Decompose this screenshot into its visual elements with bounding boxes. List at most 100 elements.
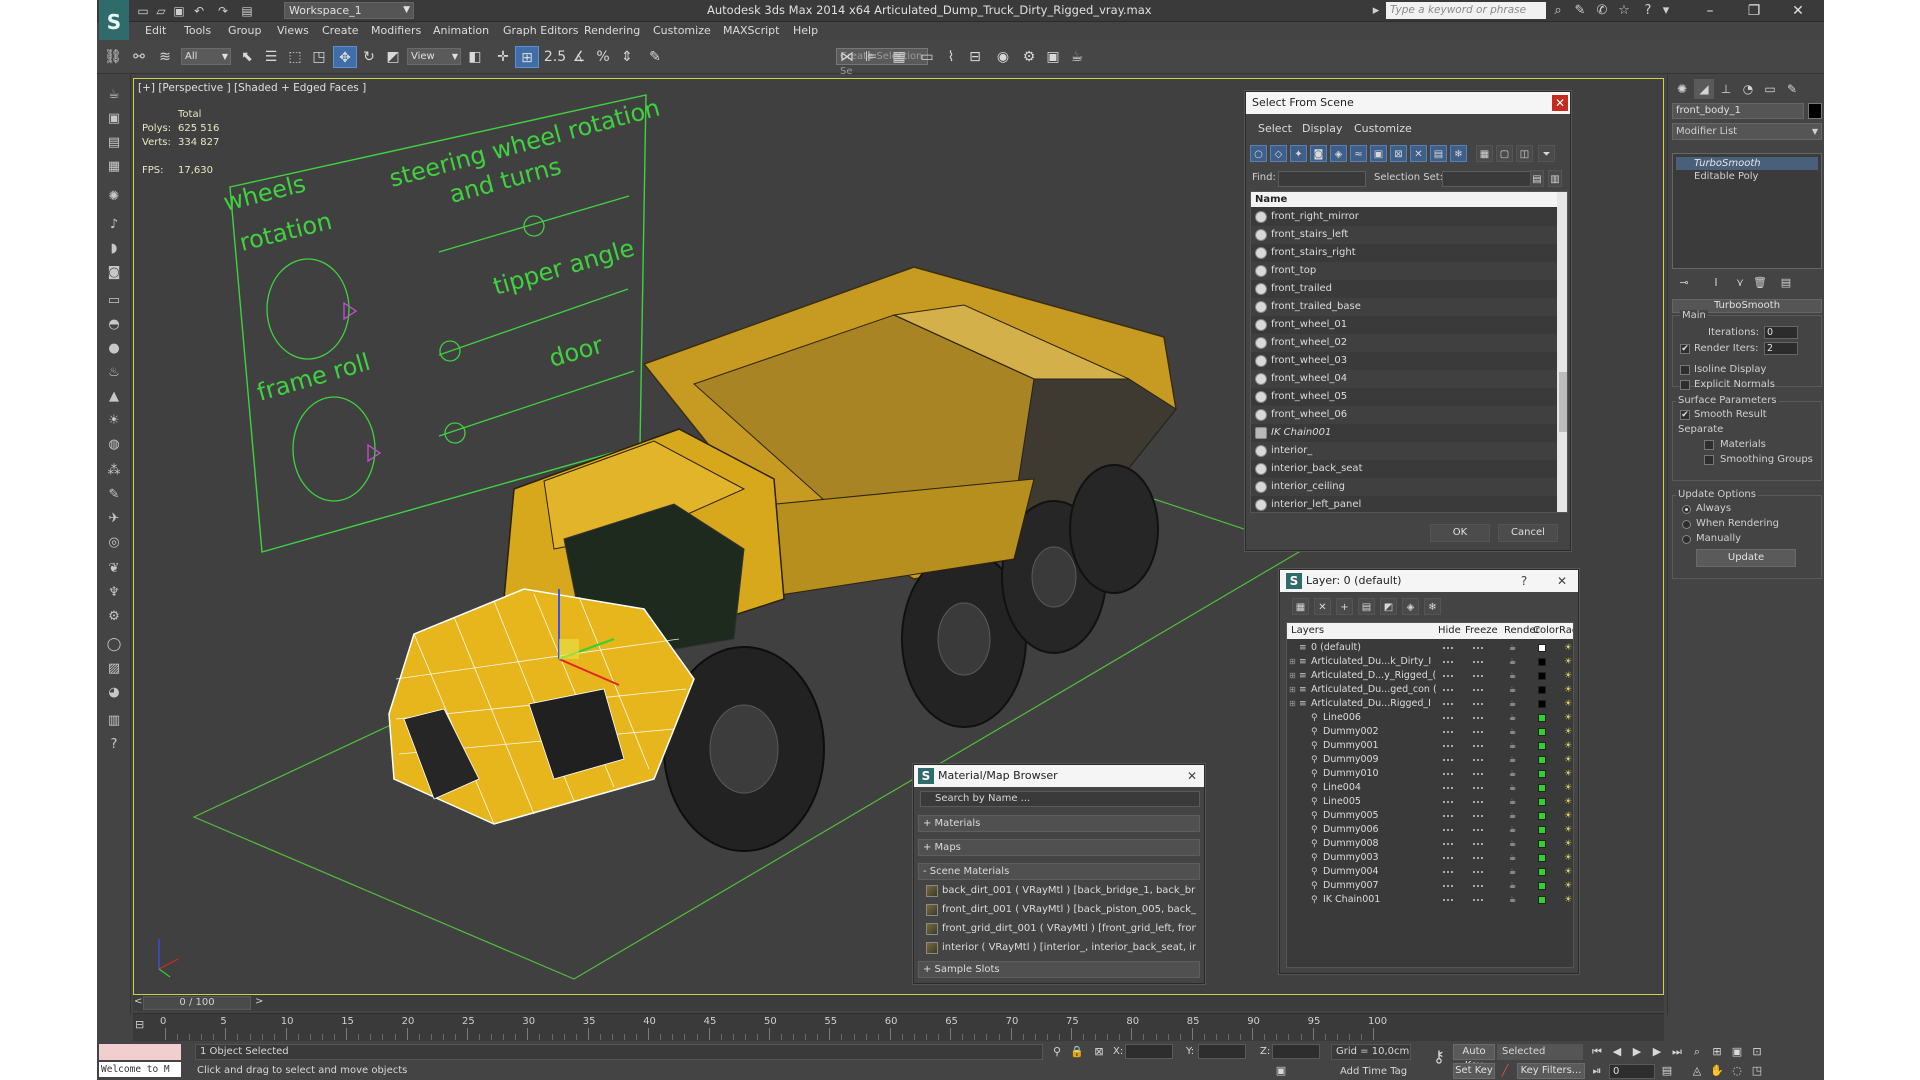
find-input[interactable] [1278, 171, 1366, 187]
layer-color-swatch[interactable] [1538, 742, 1546, 750]
hide-unhide-all-icon[interactable]: ◈ [1402, 598, 1419, 615]
scene-object-row[interactable]: IK Chain001 [1251, 424, 1557, 442]
selection-set-add-icon[interactable]: ▤ [1530, 170, 1544, 187]
favorites-star-icon[interactable]: ☆ [1615, 2, 1633, 20]
scene-object-row[interactable]: front_wheel_03 [1251, 352, 1557, 370]
list-scroll-thumb[interactable] [1559, 372, 1567, 432]
scene-object-row[interactable]: front_stairs_left [1251, 226, 1557, 244]
hide-toggle[interactable] [1443, 843, 1453, 845]
hide-toggle[interactable] [1443, 647, 1453, 649]
layer-color-swatch[interactable] [1538, 672, 1546, 680]
radiosity-toggle-icon[interactable]: ☀ [1563, 643, 1573, 653]
isoline-display-checkbox[interactable] [1680, 365, 1690, 375]
absolute-mode-icon[interactable]: ⊠ [1091, 1044, 1107, 1060]
cancel-button[interactable]: Cancel [1498, 524, 1558, 542]
layer-row[interactable]: ⚲ Dummy010 ☕ ☀ [1287, 767, 1573, 781]
selection-set-dropdown[interactable] [1442, 171, 1542, 187]
col-layers[interactable]: Layers [1291, 623, 1324, 639]
radiosity-toggle-icon[interactable]: ☀ [1563, 811, 1573, 821]
modify-tab-icon[interactable]: ◢ [1694, 79, 1714, 99]
freeze-toggle[interactable] [1473, 745, 1483, 747]
scene-object-row[interactable]: front_trailed_base [1251, 298, 1557, 316]
render-iters-checkbox[interactable]: ✔ [1680, 344, 1690, 354]
layer-color-swatch[interactable] [1538, 854, 1546, 862]
select-object-icon[interactable]: ⬉ [235, 46, 259, 68]
create-layer-icon[interactable]: ▦ [1292, 598, 1309, 615]
reference-coordinate-dropdown[interactable]: View ▼ [407, 48, 461, 65]
hide-toggle[interactable] [1443, 787, 1453, 789]
percent-snap-icon[interactable]: % [591, 46, 615, 68]
key-mode-toggle-icon[interactable]: ╱ [1497, 1063, 1513, 1079]
render-toggle-icon[interactable]: ☕ [1509, 784, 1518, 792]
y-coord-input[interactable] [1198, 1044, 1246, 1059]
set-key-button[interactable]: Set Key [1453, 1063, 1495, 1079]
layer-color-swatch[interactable] [1538, 882, 1546, 890]
selection-filter-dropdown[interactable]: All ▼ [181, 48, 231, 65]
freeze-toggle[interactable] [1473, 759, 1483, 761]
restore-button[interactable]: ❐ [1734, 0, 1774, 22]
render-toggle-icon[interactable]: ☕ [1509, 770, 1518, 778]
angle-snap-icon[interactable]: ∡ [567, 46, 591, 68]
delete-layer-icon[interactable]: ✕ [1314, 598, 1331, 615]
radiosity-toggle-icon[interactable]: ☀ [1563, 839, 1573, 849]
hide-toggle[interactable] [1443, 661, 1453, 663]
freeze-toggle[interactable] [1473, 689, 1483, 691]
menu-create[interactable]: Create [322, 24, 359, 37]
layer-color-swatch[interactable] [1538, 700, 1546, 708]
expand-toggle-icon[interactable]: ⊞ [1289, 683, 1297, 697]
show-end-result-icon[interactable]: Ⅰ [1708, 275, 1724, 291]
pin-stack-icon[interactable]: ⊸ [1676, 275, 1692, 291]
plane-icon[interactable]: ✈ [103, 509, 125, 529]
configure-sets-icon[interactable]: ▤ [1778, 275, 1794, 291]
layer-close-button[interactable]: ✕ [1554, 573, 1570, 589]
freeze-toggle[interactable] [1473, 787, 1483, 789]
radiosity-toggle-icon[interactable]: ☀ [1563, 881, 1573, 891]
curve-editor-icon[interactable]: ⌇ [939, 46, 963, 68]
key-mode-icon[interactable]: ⏯ [1589, 1063, 1605, 1079]
object-color-swatch[interactable] [1808, 103, 1822, 119]
blue-sphere-icon[interactable]: ◕ [103, 683, 125, 703]
layer-color-swatch[interactable] [1538, 868, 1546, 876]
motion-tab-icon[interactable]: ◔ [1738, 79, 1758, 99]
pan-icon[interactable]: ✋ [1709, 1063, 1725, 1079]
track-bar[interactable]: ⊟ 0 5 10 15 20 25 30 35 40 45 50 55 60 65 70 75 80 85 90 95… [133, 1013, 1664, 1041]
render-toggle-icon[interactable]: ☕ [1509, 742, 1518, 750]
zoom-extents-icon[interactable]: ▣ [1729, 1044, 1745, 1060]
go-to-end-icon[interactable]: ⏭ [1669, 1044, 1685, 1060]
viewport-label[interactable]: [+] [Perspective ] [Shaded + Edged Faces… [138, 82, 366, 94]
minimize-button[interactable]: – [1690, 0, 1730, 22]
app-logo-icon[interactable]: S [99, 0, 129, 44]
ok-button[interactable]: OK [1430, 524, 1490, 542]
layer-color-swatch[interactable] [1538, 658, 1546, 666]
layer-color-swatch[interactable] [1538, 784, 1546, 792]
file-icon[interactable]: ▥ [103, 711, 125, 731]
display-helpers-icon[interactable]: ◈ [1330, 145, 1347, 162]
sfs-menu-customize[interactable]: Customize [1354, 122, 1412, 135]
utilities-tab-icon[interactable]: ✎ [1782, 79, 1802, 99]
cone-icon[interactable]: ▲ [103, 387, 125, 407]
scene-object-row[interactable]: interior_left_panel [1251, 496, 1557, 512]
hierarchy-tab-icon[interactable]: ⊥ [1716, 79, 1736, 99]
layer-color-swatch[interactable] [1538, 840, 1546, 848]
display-containers-icon[interactable]: ▤ [1430, 145, 1447, 162]
hide-toggle[interactable] [1443, 829, 1453, 831]
grid-icon[interactable]: ▦ [103, 157, 125, 177]
sfs-menu-select[interactable]: Select [1258, 122, 1292, 135]
col-freeze[interactable]: Freeze [1465, 623, 1498, 639]
auto-key-button[interactable]: Auto Key [1453, 1044, 1495, 1071]
render-toggle-icon[interactable]: ☕ [1509, 868, 1518, 876]
layer-color-swatch[interactable] [1538, 798, 1546, 806]
layer-row[interactable]: ⚲ Line006 ☕ ☀ [1287, 711, 1573, 725]
render-toggle-icon[interactable]: ☕ [1509, 854, 1518, 862]
time-slider[interactable]: < 0 / 100 > [133, 995, 1664, 1011]
layer-row[interactable]: ⚲ Dummy004 ☕ ☀ [1287, 865, 1573, 879]
update-always-radio[interactable] [1682, 505, 1691, 514]
subscription-icon[interactable]: ✎ [1571, 2, 1589, 20]
menu-graph-editors[interactable]: Graph Editors [503, 24, 579, 37]
render-toggle-icon[interactable]: ☕ [1509, 826, 1518, 834]
bind-space-warp-icon[interactable]: ≋ [153, 46, 177, 68]
expand-toggle-icon[interactable]: ⊞ [1289, 697, 1297, 711]
selection-set-remove-icon[interactable]: ▥ [1548, 170, 1562, 187]
render-setup-icon[interactable]: ⚙ [1017, 46, 1041, 68]
scene-material-item[interactable]: front_dirt_001 ( VRayMtl ) [back_piston_… [924, 902, 1196, 918]
